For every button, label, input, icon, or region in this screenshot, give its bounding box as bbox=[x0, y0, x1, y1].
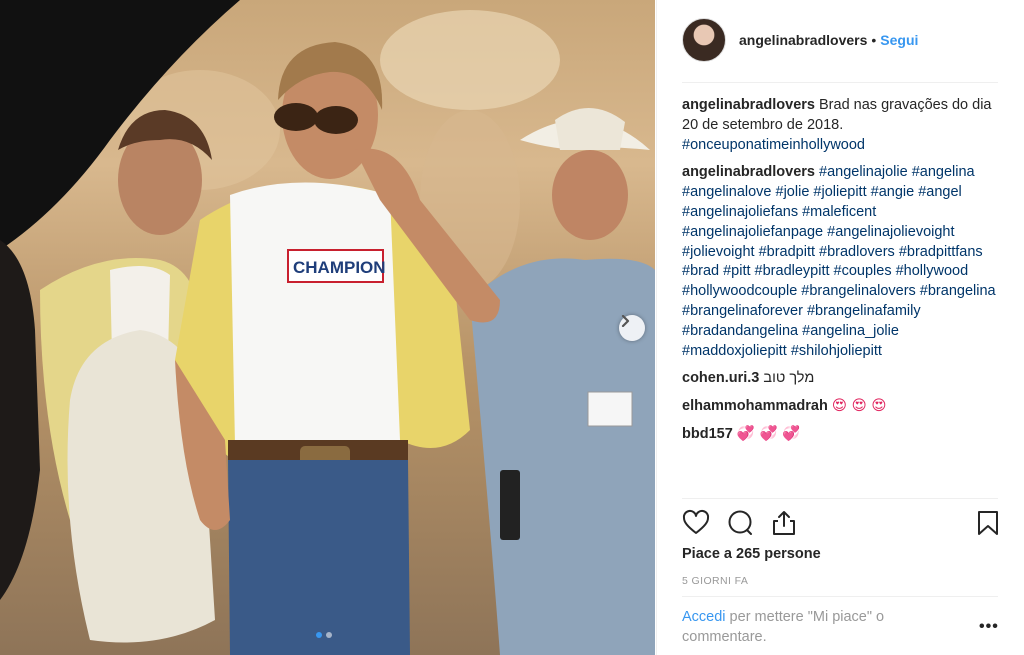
login-prompt: Accedi per mettere "Mi piace" o commenta… bbox=[682, 607, 972, 647]
comment-username[interactable]: elhammohammadrah bbox=[682, 398, 828, 414]
carousel-indicator bbox=[316, 632, 332, 638]
comment-hashtags[interactable]: #onceuponatimeinhollywood bbox=[682, 137, 865, 153]
likes-count[interactable]: Piace a 265 persone bbox=[682, 546, 821, 562]
login-link[interactable]: Accedi bbox=[682, 609, 726, 625]
login-divider bbox=[682, 596, 998, 597]
photo-scene: CHAMPION bbox=[0, 0, 655, 655]
post-sidebar: angelinabradlovers • Segui angelinabradl… bbox=[656, 0, 1024, 655]
avatar[interactable] bbox=[682, 18, 726, 62]
bookmark-icon[interactable] bbox=[974, 509, 1002, 537]
comment-text: 😍 😍 😍 bbox=[831, 398, 887, 415]
chevron-right-icon bbox=[621, 315, 630, 327]
action-bar bbox=[682, 509, 1002, 539]
username-link[interactable]: angelinabradlovers bbox=[739, 32, 867, 48]
more-options-button[interactable]: ••• bbox=[979, 618, 999, 636]
post-photo: CHAMPION bbox=[0, 0, 655, 655]
post-timestamp[interactable]: 5 GIORNI FA bbox=[682, 575, 748, 587]
comment-text: מלך טוב bbox=[763, 370, 815, 387]
comment-username[interactable]: angelinabradlovers bbox=[682, 97, 815, 113]
header-separator: • bbox=[871, 32, 877, 48]
actions-divider bbox=[682, 498, 998, 499]
comments-list: angelinabradlovers Brad nas gravações do… bbox=[682, 96, 1002, 453]
heart-icon[interactable] bbox=[682, 509, 710, 537]
comment-caption: angelinabradlovers Brad nas gravações do… bbox=[682, 96, 1002, 155]
comment-username[interactable]: angelinabradlovers bbox=[682, 164, 815, 180]
comment-item: bbd157 💞 💞 💞 bbox=[682, 425, 1002, 445]
post-header: angelinabradlovers • Segui bbox=[682, 17, 1002, 63]
carousel-next-button[interactable] bbox=[619, 315, 645, 341]
comment-hashtags[interactable]: #angelinajolie #angelina #angelinalove #… bbox=[682, 164, 996, 358]
comment-text: 💞 💞 💞 bbox=[736, 425, 801, 442]
carousel-dot bbox=[326, 632, 332, 638]
comment-item: cohen.uri.3 מלך טוב bbox=[682, 369, 1002, 389]
carousel-dot-active bbox=[316, 632, 322, 638]
comment-hashtag-list: angelinabradlovers #angelinajolie #angel… bbox=[682, 163, 1002, 361]
comment-username[interactable]: bbd157 bbox=[682, 426, 733, 442]
comment-icon[interactable] bbox=[726, 509, 754, 537]
shirt-logo-text: CHAMPION bbox=[293, 258, 386, 277]
comment-username[interactable]: cohen.uri.3 bbox=[682, 370, 759, 386]
comment-item: elhammohammadrah 😍 😍 😍 bbox=[682, 397, 1002, 417]
share-icon[interactable] bbox=[770, 509, 798, 537]
header-divider bbox=[682, 82, 998, 83]
follow-button[interactable]: Segui bbox=[880, 32, 918, 48]
